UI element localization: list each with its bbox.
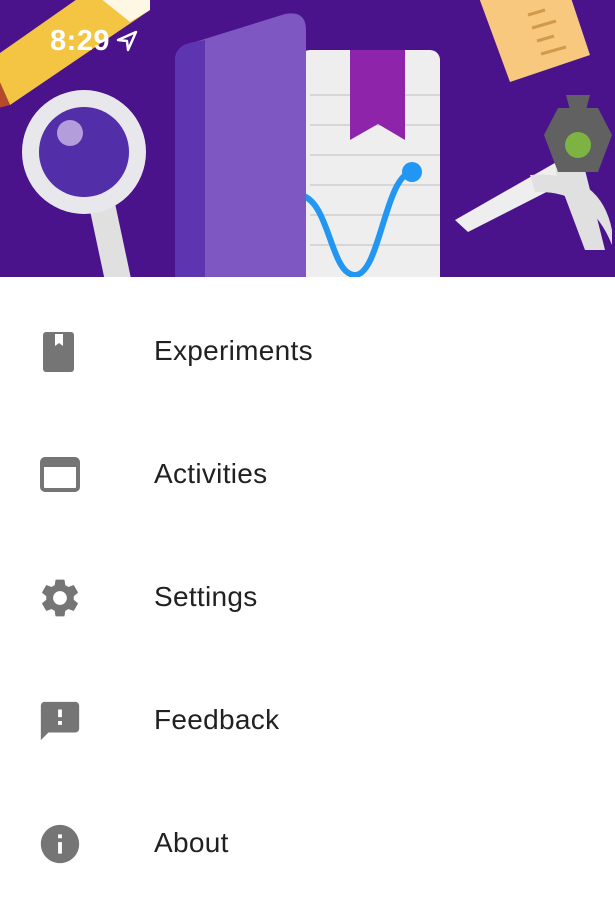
menu-item-experiments[interactable]: Experiments	[0, 297, 615, 407]
notebook-icon	[37, 329, 83, 375]
info-icon	[37, 821, 83, 867]
menu-label-activities: Activities	[154, 458, 268, 489]
compass-icon	[455, 95, 612, 250]
menu-label-about: About	[154, 827, 229, 858]
browser-window-icon	[37, 452, 83, 498]
menu-item-activities[interactable]: Activities	[0, 420, 615, 530]
gear-icon	[37, 575, 83, 621]
ruler-icon	[479, 0, 590, 82]
magnifier-icon	[22, 90, 146, 277]
feedback-icon	[37, 698, 83, 744]
notebook-cover	[175, 13, 306, 277]
location-arrow-icon	[116, 30, 138, 52]
menu-label-feedback: Feedback	[154, 704, 280, 735]
menu-item-about[interactable]: About	[0, 789, 615, 899]
navigation-drawer: 8:29 Experiments Activities Settings Fee…	[0, 0, 615, 900]
menu-label-experiments: Experiments	[154, 335, 313, 366]
menu-item-feedback[interactable]: Feedback	[0, 666, 615, 776]
menu-label-settings: Settings	[154, 581, 258, 612]
notebook-page	[297, 50, 440, 277]
drawer-header: 8:29	[0, 0, 615, 277]
status-bar: 8:29	[50, 24, 138, 58]
status-time: 8:29	[50, 24, 111, 57]
menu-item-settings[interactable]: Settings	[0, 543, 615, 653]
